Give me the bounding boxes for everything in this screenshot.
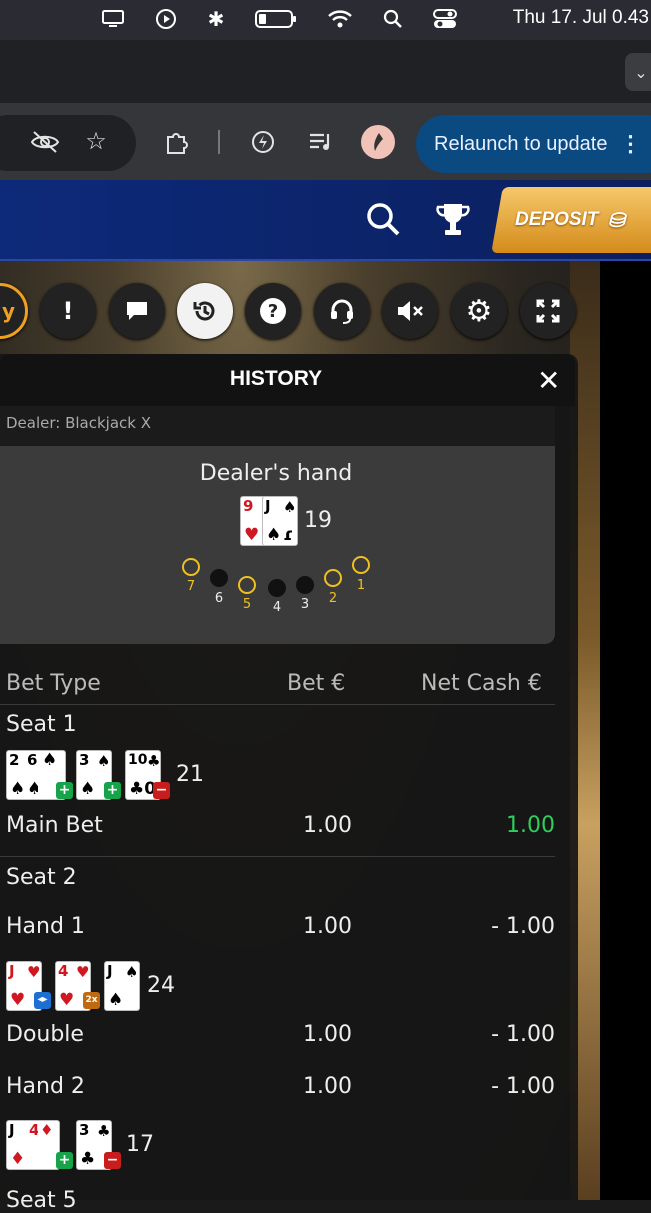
hit-badge: + <box>56 782 73 799</box>
address-bar[interactable] <box>0 115 136 171</box>
seat-spot-label: 5 <box>242 597 252 612</box>
bet-type-cell: Double <box>6 1022 84 1047</box>
bet-type-cell: Main Bet <box>6 813 103 838</box>
seat-label: Seat 5 <box>6 1188 77 1213</box>
bet-cell: 1.00 <box>303 813 352 838</box>
bet-cell: 1.00 <box>303 1022 352 1047</box>
column-bet: Bet € <box>287 671 346 696</box>
bluetooth-icon[interactable]: ✱ <box>205 7 227 31</box>
seat-spot-empty <box>210 569 228 587</box>
hand-label: Hand 1 <box>6 914 85 939</box>
coins-icon: ⛁ <box>608 209 626 232</box>
bet-cell: 1.00 <box>303 914 352 939</box>
fullscreen-icon[interactable] <box>520 283 576 339</box>
tips-icon[interactable]: ! <box>40 283 96 339</box>
dealer-total: 19 <box>304 508 332 533</box>
settings-icon[interactable]: ⚙ <box>451 283 507 339</box>
seat-spot-label: 1 <box>356 578 366 593</box>
menu-bar-clock[interactable]: Thu 17. Jul 0.43 <box>513 7 649 29</box>
dealer-hand-title: Dealer's hand <box>199 461 353 486</box>
seat-spot-occupied <box>324 569 342 587</box>
hit-badge: + <box>56 1152 73 1169</box>
seat-spot-label: 3 <box>300 597 310 612</box>
seat-label: Seat 2 <box>6 865 77 890</box>
system-menu-bar: ✱ Thu 17. Jul 0.43 <box>0 0 651 40</box>
seat-spot-occupied <box>238 576 256 594</box>
media-queue-icon[interactable] <box>306 129 336 155</box>
seat-spot-label: 6 <box>214 591 224 606</box>
player-card: 2 6 ♠ ♠ <box>6 750 42 800</box>
profile-avatar[interactable] <box>361 125 395 159</box>
split-badge: ◂▸ <box>34 992 51 1009</box>
trophy-icon[interactable] <box>434 200 472 240</box>
hand-label: Hand 2 <box>6 1074 85 1099</box>
svg-text:?: ? <box>268 301 278 322</box>
relaunch-button[interactable]: Relaunch to update ⋮ <box>416 115 651 173</box>
deposit-button[interactable]: DEPOSIT ⛁ <box>491 187 651 253</box>
seat-spot-occupied <box>182 558 200 576</box>
hand2-total: 17 <box>126 1132 154 1157</box>
help-icon[interactable]: ? <box>245 283 301 339</box>
hand1-total: 24 <box>147 973 175 998</box>
bookmark-star-icon[interactable]: ☆ <box>82 127 110 155</box>
battery-icon[interactable] <box>254 8 298 30</box>
net-cash-cell: - 1.00 <box>491 914 555 939</box>
browser-toolbar: ☆ Relaunch to update ⋮ <box>0 103 651 180</box>
mute-icon[interactable] <box>382 283 438 339</box>
dealer-name: Dealer: Blackjack X <box>6 414 152 432</box>
header-divider <box>0 704 555 705</box>
search-icon[interactable] <box>382 8 404 30</box>
deposit-label: DEPOSIT <box>515 209 599 230</box>
browser-tab-strip: ⌄ <box>0 40 651 103</box>
seat-spot-empty <box>268 579 286 597</box>
tab-search-chevron-icon[interactable]: ⌄ <box>625 53 651 91</box>
net-cash-cell: 1.00 <box>506 813 555 838</box>
net-cash-cell: - 1.00 <box>491 1074 555 1099</box>
seat-spot-label: 7 <box>186 579 196 594</box>
player-card: J 4 ♦ <box>6 1120 42 1170</box>
seat-spot-occupied <box>352 556 370 574</box>
wifi-icon[interactable] <box>326 8 354 30</box>
support-icon[interactable] <box>314 283 370 339</box>
seat-spot-empty <box>296 576 314 594</box>
stand-badge: − <box>153 782 170 799</box>
leaf-icon[interactable] <box>248 128 278 156</box>
chat-icon[interactable] <box>109 283 165 339</box>
seat-label: Seat 1 <box>6 712 77 737</box>
toolbar-divider <box>218 130 220 154</box>
seat-spot-label: 2 <box>328 591 338 606</box>
more-menu-icon[interactable]: ⋮ <box>619 131 641 157</box>
history-icon[interactable] <box>177 283 233 339</box>
extensions-icon[interactable] <box>162 128 192 156</box>
display-icon[interactable] <box>100 8 126 30</box>
seat1-total: 21 <box>176 762 204 787</box>
site-search-icon[interactable] <box>364 200 402 238</box>
relaunch-label: Relaunch to update <box>434 132 608 155</box>
row-divider <box>0 856 555 857</box>
net-cash-cell: - 1.00 <box>491 1022 555 1047</box>
column-net-cash: Net Cash € <box>421 671 542 696</box>
history-title: HISTORY <box>229 367 323 390</box>
control-center-icon[interactable] <box>432 8 458 30</box>
stand-badge: − <box>104 1152 121 1169</box>
seat-spot-label: 4 <box>272 600 282 615</box>
bet-cell: 1.00 <box>303 1074 352 1099</box>
column-bet-type: Bet Type <box>6 671 101 696</box>
close-icon[interactable]: ✕ <box>537 364 560 397</box>
double-badge: 2x <box>83 992 100 1009</box>
player-card: J ♠ ♠ <box>104 961 140 1011</box>
dealer-card: J ♠ ɾ ♠ <box>262 496 298 546</box>
eye-off-icon[interactable] <box>28 129 62 155</box>
hit-badge: + <box>104 782 121 799</box>
play-icon[interactable] <box>153 8 179 30</box>
